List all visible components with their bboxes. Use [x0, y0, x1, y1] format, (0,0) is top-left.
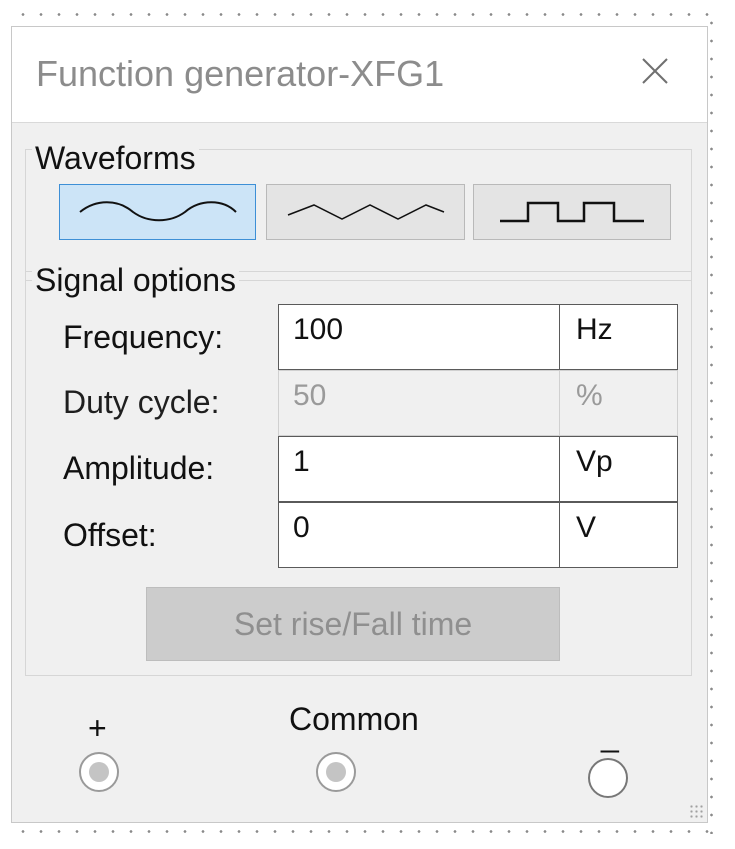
signal-options-label: Signal options: [32, 260, 240, 300]
frequency-label: Frequency:: [63, 319, 224, 355]
dotted-border-bottom: [14, 830, 714, 833]
plus-terminal[interactable]: [79, 752, 119, 792]
sine-wave-button[interactable]: [59, 184, 256, 240]
waveforms-label: Waveforms: [32, 138, 199, 178]
triangle-wave-button[interactable]: [266, 184, 465, 240]
terminal-dot: [89, 762, 109, 782]
minus-terminal[interactable]: [588, 758, 628, 798]
offset-field[interactable]: 0: [278, 502, 560, 568]
offset-label: Offset:: [63, 517, 157, 553]
duty-cycle-field: 50: [278, 370, 560, 436]
resize-grip-icon[interactable]: [689, 804, 703, 818]
dotted-border-top: [14, 13, 714, 16]
amplitude-unit-select[interactable]: Vp: [559, 436, 678, 502]
frequency-field[interactable]: 100: [278, 304, 560, 370]
title-bar: Function generator-XFG1: [12, 27, 707, 123]
window-title: Function generator-XFG1: [36, 53, 445, 94]
dotted-border-right: [710, 14, 713, 834]
square-wave-button[interactable]: [473, 184, 671, 240]
amplitude-label: Amplitude:: [63, 450, 215, 486]
close-icon: [642, 58, 668, 84]
amplitude-field[interactable]: 1: [278, 436, 560, 502]
triangle-wave-icon: [287, 204, 444, 220]
terminal-dot: [326, 762, 346, 782]
sine-wave-icon: [78, 201, 237, 222]
close-button[interactable]: [633, 49, 677, 93]
function-generator-window: Function generator-XFG1 Waveforms Signal…: [11, 26, 708, 823]
square-wave-icon: [500, 201, 644, 223]
duty-cycle-label: Duty cycle:: [63, 384, 220, 420]
minus-terminal-label: _: [601, 717, 619, 753]
plus-terminal-label: +: [88, 710, 107, 746]
common-terminal[interactable]: [316, 752, 356, 792]
common-terminal-label: Common: [289, 701, 419, 737]
duty-cycle-unit: %: [559, 370, 678, 436]
set-rise-fall-time-button: Set rise/Fall time: [146, 587, 560, 661]
frequency-unit-select[interactable]: Hz: [559, 304, 678, 370]
offset-unit-select[interactable]: V: [559, 502, 678, 568]
